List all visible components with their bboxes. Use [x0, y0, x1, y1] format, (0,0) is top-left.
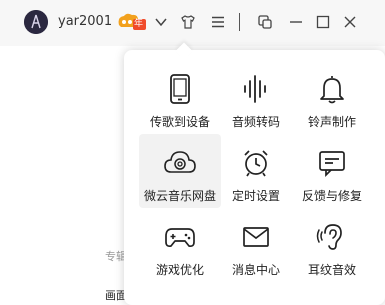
- title-bar: yar2001 年: [0, 0, 385, 46]
- menu-item-ringtone-maker[interactable]: 铃声制作: [291, 60, 373, 134]
- maximize-icon[interactable]: [313, 12, 333, 32]
- cloud-icon: [163, 146, 197, 180]
- mail-icon: [239, 220, 273, 254]
- feedback-icon: [315, 146, 349, 180]
- chevron-down-icon[interactable]: [151, 12, 171, 32]
- divider: [239, 13, 240, 31]
- ear-icon: [315, 220, 349, 254]
- vip-year-label: 年: [134, 19, 144, 29]
- mini-mode-icon[interactable]: [255, 12, 275, 32]
- avatar[interactable]: [24, 10, 48, 34]
- menu-item-game-optimization[interactable]: 游戏优化: [139, 208, 221, 282]
- menu-item-feedback-repair[interactable]: 反馈与修复: [291, 134, 373, 208]
- minimize-icon[interactable]: [286, 12, 306, 32]
- menu-item-weiyun-cloud-drive[interactable]: 微云音乐网盘: [139, 134, 221, 208]
- alarm-clock-icon: [239, 146, 273, 180]
- skin-shirt-icon[interactable]: [178, 12, 198, 32]
- menu-item-timer-settings[interactable]: 定时设置: [215, 134, 297, 208]
- gamepad-icon: [163, 220, 197, 254]
- close-icon[interactable]: [340, 12, 360, 32]
- menu-item-ear-print-effect[interactable]: 耳纹音效: [291, 208, 373, 282]
- menu-item-audio-transcode[interactable]: 音频转码: [215, 60, 297, 134]
- menu-item-message-center[interactable]: 消息中心: [215, 208, 297, 282]
- bell-icon: [315, 72, 349, 106]
- username[interactable]: yar2001: [58, 14, 112, 29]
- menu-item-transfer-to-device[interactable]: 传歌到设备: [139, 60, 221, 134]
- menu-icon[interactable]: [208, 12, 228, 32]
- phone-icon: [163, 72, 197, 106]
- vip-badge-icon[interactable]: 年: [116, 11, 146, 33]
- soundwave-icon: [239, 72, 273, 106]
